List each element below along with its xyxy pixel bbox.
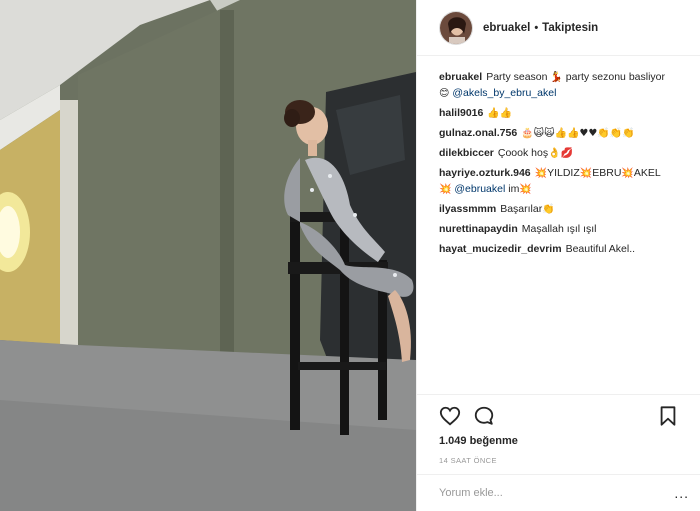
- comment-text: AKEL: [633, 167, 661, 179]
- comment-item: ilyassmmm Başarılar👏: [439, 201, 678, 217]
- more-options-icon[interactable]: ...: [674, 485, 689, 501]
- comment-text: party sezonu basliyor: [562, 71, 665, 83]
- collision-emoji: 💥: [534, 168, 548, 179]
- comment-text: Başarılar: [500, 203, 543, 215]
- instagram-post: ebruakel • Takiptesin ebruakel Party seas…: [0, 0, 700, 511]
- collision-emoji: 💥: [621, 168, 634, 179]
- comment-text: Maşallah ışıl ışıl: [521, 223, 597, 235]
- comment-text: Party season: [486, 71, 551, 83]
- comment-item: nurettinapaydin Maşallah ışıl ışıl: [439, 221, 678, 237]
- caption: ebruakel Party season 💃 party sezonu basl…: [439, 69, 678, 101]
- comment-item: halil9016 👍👍: [439, 105, 678, 121]
- comment-username[interactable]: ebruakel: [439, 71, 482, 83]
- comment-username[interactable]: dilekbiccer: [439, 147, 494, 159]
- comment-username[interactable]: hayriye.ozturk.946: [439, 167, 531, 179]
- avatar[interactable]: [439, 10, 473, 45]
- comment-text: YILDIZ: [547, 167, 580, 179]
- header-separator: •: [534, 21, 539, 34]
- bookmark-icon[interactable]: [657, 405, 679, 427]
- dancer-emoji: 💃: [550, 72, 563, 83]
- action-icons: [439, 403, 679, 429]
- mention-link[interactable]: @akels_by_ebru_akel: [449, 87, 556, 99]
- post-header: ebruakel • Takiptesin: [417, 0, 700, 56]
- post-side-panel: ebruakel • Takiptesin ebruakel Party seas…: [416, 0, 700, 511]
- comment-text: im: [505, 183, 520, 195]
- comment-text: Beautiful Akel..: [565, 243, 636, 255]
- collision-emoji: 💥: [579, 168, 593, 179]
- comments-list: ebruakel Party season 💃 party sezonu basl…: [417, 56, 700, 394]
- follow-status[interactable]: Takiptesin: [542, 22, 598, 34]
- comment-username[interactable]: halil9016: [439, 107, 483, 119]
- collision-emoji: 💥: [519, 184, 532, 195]
- comment-username[interactable]: gulnaz.onal.756: [439, 127, 517, 139]
- mention-link[interactable]: @ebruakel: [454, 183, 505, 195]
- clap-emoji: 👏: [542, 204, 555, 215]
- heart-icon[interactable]: [439, 405, 461, 427]
- comment-item: hayriye.ozturk.946 💥YILDIZ💥EBRU💥AKEL 💥 @eb…: [439, 165, 678, 197]
- ok-kiss-emoji: 👌💋: [548, 148, 573, 159]
- emoji-group: 🎂🙀🙀👍👍♥♥👏👏👏: [521, 128, 635, 139]
- header-username[interactable]: ebruakel: [483, 22, 530, 34]
- comment-text: EBRU: [592, 167, 622, 179]
- comment-item: dilekbiccer Çoook hoş👌💋: [439, 145, 678, 161]
- add-comment-bar: ...: [417, 474, 700, 511]
- post-timestamp: 14 SAAT ÖNCE: [439, 456, 497, 465]
- comment-input[interactable]: [439, 487, 649, 499]
- smile-emoji: 😊: [439, 88, 450, 99]
- comment-item: hayat_mucizedir_devrim Beautiful Akel..: [439, 241, 678, 257]
- comment-icon[interactable]: [473, 405, 495, 427]
- post-photo: [0, 0, 416, 511]
- thumbs-up-emoji: 👍👍: [487, 108, 513, 119]
- likes-count[interactable]: 1.049 beğenme: [439, 435, 679, 447]
- comment-item: gulnaz.onal.756 🎂🙀🙀👍👍♥♥👏👏👏: [439, 125, 678, 141]
- photo-illustration: [0, 0, 416, 511]
- collision-emoji: 💥: [439, 184, 452, 195]
- comment-username[interactable]: ilyassmmm: [439, 203, 496, 215]
- comment-username[interactable]: nurettinapaydin: [439, 223, 518, 235]
- comment-text: Çoook hoş: [497, 147, 549, 159]
- comment-username[interactable]: hayat_mucizedir_devrim: [439, 243, 562, 255]
